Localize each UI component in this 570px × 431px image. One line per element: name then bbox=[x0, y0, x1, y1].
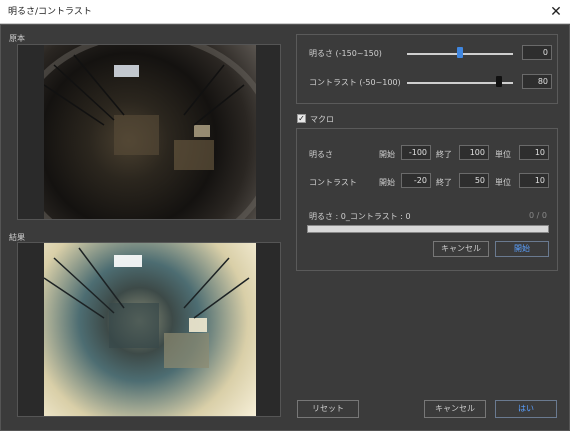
contrast-slider-thumb[interactable] bbox=[495, 76, 502, 87]
contrast-label: コントラスト (-50~100) bbox=[309, 78, 401, 87]
macro-contrast-end-input[interactable]: 50 bbox=[459, 173, 489, 188]
macro-brightness-end-label: 終了 bbox=[436, 150, 452, 159]
macro-contrast-unit-label: 単位 bbox=[495, 178, 511, 187]
adjust-panel: 明るさ (-150~150) 0 コントラスト (-50~100) 80 bbox=[296, 34, 558, 104]
window-title: 明るさ/コントラスト bbox=[8, 7, 92, 17]
macro-contrast-unit-input[interactable]: 10 bbox=[519, 173, 549, 188]
brightness-value-input[interactable]: 0 bbox=[522, 45, 552, 60]
macro-contrast-start-label: 開始 bbox=[379, 178, 395, 187]
cancel-button[interactable]: キャンセル bbox=[424, 400, 486, 418]
result-image-frame bbox=[17, 242, 281, 417]
macro-label: マクロ bbox=[310, 115, 334, 124]
original-eye-image bbox=[44, 45, 256, 219]
macro-start-button[interactable]: 開始 bbox=[495, 241, 549, 257]
macro-checkbox[interactable]: ✓ bbox=[297, 114, 306, 123]
macro-progress-count: 0 / 0 bbox=[529, 211, 547, 220]
reset-button[interactable]: リセット bbox=[297, 400, 359, 418]
macro-brightness-start-input[interactable]: -100 bbox=[401, 145, 431, 160]
macro-contrast-end-label: 終了 bbox=[436, 178, 452, 187]
brightness-contrast-dialog: 原本 結果 明るさ (-150~150) 0 コントラスト (-50~100) … bbox=[0, 24, 570, 431]
ok-button[interactable]: はい bbox=[495, 400, 557, 418]
macro-contrast-start-input[interactable]: -20 bbox=[401, 173, 431, 188]
macro-brightness-label: 明るさ bbox=[309, 150, 333, 159]
macro-brightness-start-label: 開始 bbox=[379, 150, 395, 159]
brightness-slider-thumb[interactable] bbox=[457, 47, 463, 58]
macro-contrast-label: コントラスト bbox=[309, 178, 357, 187]
original-label: 原本 bbox=[9, 34, 25, 43]
contrast-value-input[interactable]: 80 bbox=[522, 74, 552, 89]
result-eye-image bbox=[44, 243, 256, 416]
macro-panel: 明るさ 開始 -100 終了 100 単位 10 コントラスト 開始 -20 終… bbox=[296, 128, 558, 271]
title-bar: 明るさ/コントラスト ✕ bbox=[0, 0, 570, 24]
original-image-frame bbox=[17, 44, 281, 220]
macro-cancel-button[interactable]: キャンセル bbox=[433, 241, 489, 257]
macro-brightness-end-input[interactable]: 100 bbox=[459, 145, 489, 160]
macro-brightness-unit-input[interactable]: 10 bbox=[519, 145, 549, 160]
brightness-label: 明るさ (-150~150) bbox=[309, 49, 382, 58]
close-icon[interactable]: ✕ bbox=[546, 2, 566, 22]
macro-status-text: 明るさ : 0_コントラスト : 0 bbox=[309, 212, 411, 221]
macro-brightness-unit-label: 単位 bbox=[495, 150, 511, 159]
macro-progress-bar bbox=[307, 225, 549, 233]
